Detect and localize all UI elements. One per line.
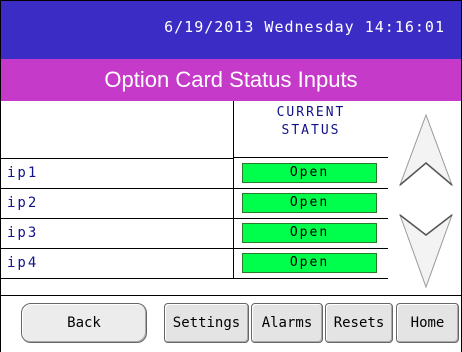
alarms-button[interactable]: Alarms: [251, 303, 323, 343]
row-divider: [233, 159, 234, 188]
home-button[interactable]: Home: [396, 303, 459, 343]
datetime-display: 6/19/2013 Wednesday 14:16:01: [164, 18, 445, 36]
settings-button[interactable]: Settings: [164, 303, 249, 343]
input-name: ip2: [7, 195, 39, 211]
status-badge: Open: [242, 223, 377, 243]
current-status-header: CURRENT STATUS: [234, 101, 388, 158]
current-status-header-line2: STATUS: [281, 123, 341, 138]
status-badge: Open: [242, 253, 377, 273]
input-name: ip3: [7, 225, 39, 241]
row-divider: [233, 219, 234, 248]
status-bar: 6/19/2013 Wednesday 14:16:01: [1, 1, 461, 59]
status-badge: Open: [242, 193, 377, 213]
table-row: ip3 Open: [1, 219, 388, 249]
current-status-header-line1: CURRENT: [276, 105, 346, 120]
resets-button[interactable]: Resets: [325, 303, 393, 343]
status-table: CURRENT STATUS ip1 Open ip2 Open ip3 Ope…: [1, 101, 396, 291]
table-row: ip2 Open: [1, 189, 388, 219]
hmi-screen: 6/19/2013 Wednesday 14:16:01 Option Card…: [0, 0, 462, 352]
table-row: ip1 Open: [1, 159, 388, 189]
scroll-down-button[interactable]: [396, 205, 456, 293]
chevron-up-icon: [398, 113, 454, 187]
table-row: ip4 Open: [1, 249, 388, 279]
footer-nav: Back Settings Alarms Resets Home: [1, 295, 461, 352]
chevron-down-icon: [398, 213, 454, 289]
row-divider: [233, 249, 234, 278]
page-title: Option Card Status Inputs: [1, 59, 461, 101]
row-divider: [233, 189, 234, 218]
scroll-up-button[interactable]: [396, 107, 456, 197]
input-name: ip4: [7, 255, 39, 271]
back-button[interactable]: Back: [21, 303, 147, 343]
status-badge: Open: [242, 163, 377, 183]
input-name: ip1: [7, 165, 39, 181]
table-header-blank: [1, 101, 234, 159]
